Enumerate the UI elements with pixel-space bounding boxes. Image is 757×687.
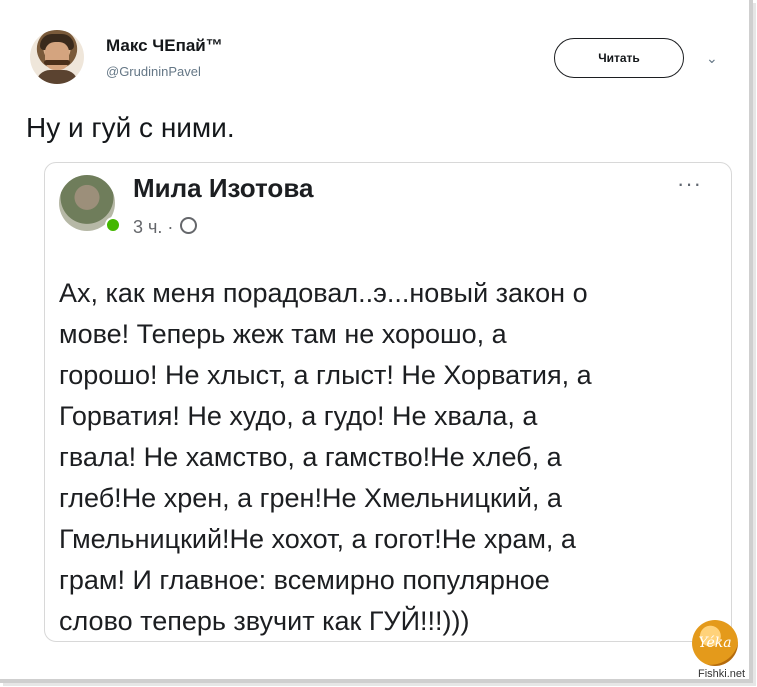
- post-meta: 3 ч. ·: [133, 217, 198, 238]
- tweet-author-name[interactable]: Макс ЧЕпай™: [106, 36, 223, 56]
- post-author-name[interactable]: Мила Изотова: [133, 173, 313, 204]
- avatar-moustache: [44, 60, 70, 65]
- watermark-logo: Yéka: [692, 620, 738, 666]
- tweet-author-handle[interactable]: @GrudininPavel: [106, 64, 201, 79]
- tweet-header: Макс ЧЕпай™ @GrudininPavel Читать ⌄: [26, 22, 726, 102]
- screenshot-frame: Макс ЧЕпай™ @GrudininPavel Читать ⌄ Ну и…: [0, 0, 753, 683]
- watermark-site: Fishki.net: [698, 668, 746, 680]
- post-time[interactable]: 3 ч. ·: [133, 217, 173, 237]
- more-options-icon[interactable]: ···: [677, 171, 702, 197]
- tweet-text: Ну и гуй с ними.: [26, 112, 235, 143]
- post-author-avatar[interactable]: [59, 175, 121, 233]
- post-text: Ах, как меня порадовал..э...новый закон …: [59, 278, 592, 636]
- tweet-author-avatar[interactable]: [30, 30, 84, 84]
- embedded-post-card: Мила Изотова 3 ч. · ··· Ах, как меня пор…: [44, 162, 732, 642]
- online-status-indicator: [105, 217, 121, 233]
- avatar-body: [36, 70, 78, 84]
- globe-icon: [180, 217, 198, 234]
- follow-button[interactable]: Читать: [554, 38, 684, 78]
- chevron-down-icon[interactable]: ⌄: [706, 50, 718, 67]
- avatar-face: [45, 42, 69, 70]
